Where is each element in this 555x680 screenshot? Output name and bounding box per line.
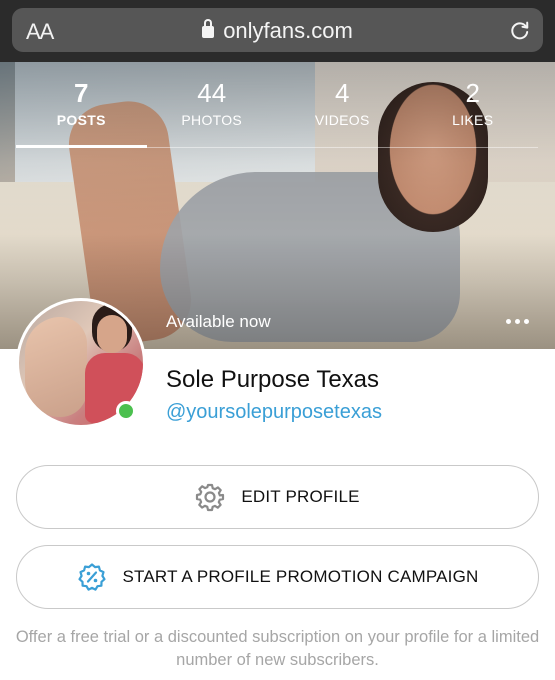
online-status-dot	[116, 401, 136, 421]
tab-videos[interactable]: 4 VIDEOS	[277, 62, 408, 148]
posts-count: 7	[74, 78, 89, 108]
posts-label: POSTS	[56, 112, 106, 128]
photos-count: 44	[197, 78, 227, 108]
edit-profile-button[interactable]: EDIT PROFILE	[16, 465, 539, 529]
tab-posts[interactable]: 7 POSTS	[16, 62, 147, 148]
videos-count: 4	[335, 78, 350, 108]
gear-icon	[196, 483, 225, 512]
availability-status: Available now	[166, 312, 271, 331]
edit-profile-label: EDIT PROFILE	[241, 487, 360, 506]
lock-icon	[202, 19, 215, 38]
profile-stats-tabs: 7 POSTS 44 PHOTOS 4 VIDEOS 2 LIKES	[16, 62, 538, 148]
profile-name: Sole Purpose Texas	[166, 366, 380, 393]
url-display[interactable]: onlyfans.com	[12, 18, 543, 44]
videos-label: VIDEOS	[314, 112, 370, 128]
promotion-campaign-button[interactable]: START A PROFILE PROMOTION CAMPAIGN	[16, 545, 539, 609]
url-text: onlyfans.com	[223, 18, 353, 43]
discount-badge-icon	[77, 563, 106, 591]
more-options-icon[interactable]	[506, 318, 530, 326]
photos-label: PHOTOS	[181, 112, 243, 128]
reload-icon[interactable]	[509, 19, 531, 41]
address-bar[interactable]: AA onlyfans.com	[12, 8, 543, 52]
likes-count: 2	[465, 78, 480, 108]
profile-handle[interactable]: @yoursolepurposetexas	[166, 401, 382, 424]
browser-toolbar: AA onlyfans.com	[0, 0, 555, 62]
likes-label: LIKES	[452, 112, 494, 128]
tab-likes[interactable]: 2 LIKES	[408, 62, 539, 148]
tab-photos[interactable]: 44 PHOTOS	[147, 62, 278, 148]
promotion-description: Offer a free trial or a discounted subsc…	[15, 628, 540, 669]
tabs-divider	[16, 147, 538, 148]
promotion-campaign-label: START A PROFILE PROMOTION CAMPAIGN	[122, 567, 479, 586]
